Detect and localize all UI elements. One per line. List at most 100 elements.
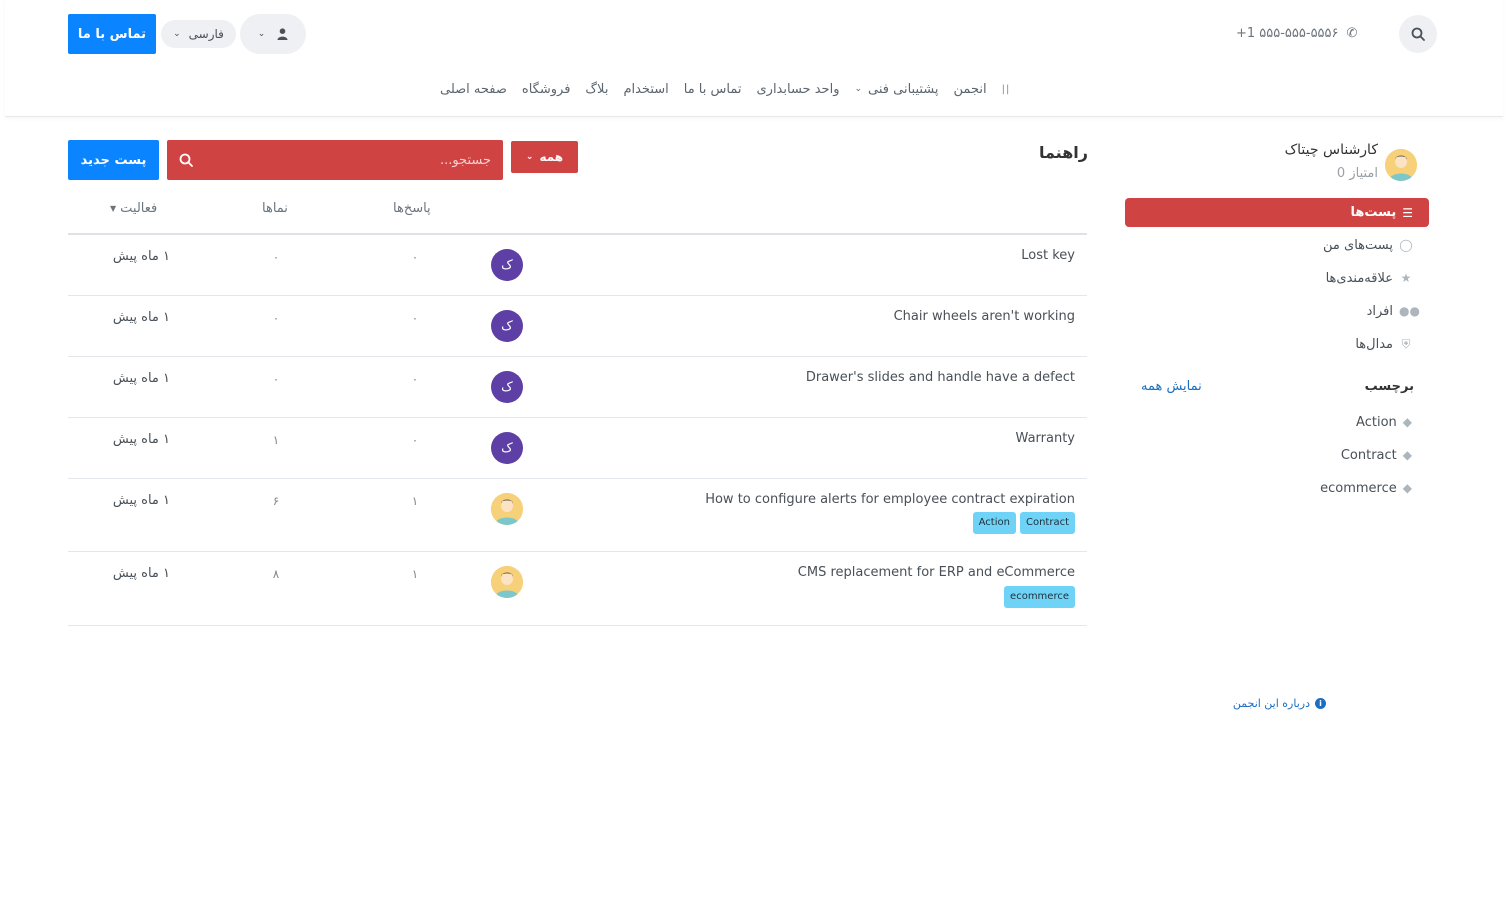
tag-chip-contract[interactable]: Contract xyxy=(1019,512,1075,534)
tag-label: Contract xyxy=(1340,447,1397,463)
sidebar-item-posts[interactable]: پست‌ها ☰ xyxy=(1125,198,1429,227)
nav-accounting[interactable]: واحد حسابداری xyxy=(756,82,839,97)
post-tags: ecommerce xyxy=(700,586,1075,608)
tag-icon: ◆ xyxy=(1402,448,1412,462)
chevron-down-icon: ⌄ xyxy=(854,84,863,94)
reply-count: ۱ xyxy=(411,567,419,581)
reply-count: ۰ xyxy=(411,433,419,447)
post-tags: Contract Action xyxy=(700,512,1075,534)
nav-blog[interactable]: بلاگ xyxy=(585,82,608,97)
header-search-button[interactable] xyxy=(1399,15,1437,53)
post-title-link[interactable]: How to configure alerts for employee con… xyxy=(540,492,1075,507)
sidebar-item-label: مدال‌ها xyxy=(1355,336,1393,352)
post-title-link[interactable]: CMS replacement for ERP and eCommerce xyxy=(540,565,1075,580)
view-count: ۰ xyxy=(272,311,280,325)
users-icon: ●● xyxy=(1399,304,1420,318)
search-input[interactable] xyxy=(211,152,491,168)
user-menu[interactable]: ⌄ xyxy=(240,14,306,54)
tag-label: Action xyxy=(1356,414,1397,430)
row-divider xyxy=(68,356,1087,357)
language-selector[interactable]: ⌄ فارسی xyxy=(161,20,236,48)
about-label: درباره این انجمن xyxy=(1232,696,1310,710)
view-count: ۱ xyxy=(272,433,280,447)
profile-name[interactable]: کارشناس چیتاک xyxy=(1240,142,1378,158)
star-icon: ★ xyxy=(1400,271,1412,285)
row-divider xyxy=(68,478,1087,479)
show-all-tags-link[interactable]: نمایش همه xyxy=(1141,379,1202,394)
sidebar-item-people[interactable]: افراد ●● xyxy=(1125,300,1420,322)
user-icon xyxy=(277,28,288,40)
author-avatar[interactable]: ک xyxy=(491,371,523,403)
view-count: ۶ xyxy=(272,494,280,508)
view-count: ۰ xyxy=(272,372,280,386)
nav-home[interactable]: صفحه اصلی xyxy=(440,82,507,97)
list-icon: ☰ xyxy=(1402,205,1413,220)
user-circle-icon: ◯ xyxy=(1399,238,1413,252)
sidebar-item-favorites[interactable]: علاقه‌مندی‌ها ★ xyxy=(1125,267,1413,289)
filter-dropdown[interactable]: ⌄ همه xyxy=(511,141,578,173)
tag-chip-ecommerce[interactable]: ecommerce xyxy=(1004,586,1075,608)
filter-label: همه xyxy=(539,150,564,164)
nav-forum[interactable]: انجمن xyxy=(954,82,987,97)
tag-label: ecommerce xyxy=(1320,480,1397,496)
new-post-button[interactable]: پست جدید xyxy=(68,140,159,180)
sidebar-item-label: افراد xyxy=(1366,303,1393,319)
reply-count: ۱ xyxy=(411,494,419,508)
tag-icon: ◆ xyxy=(1402,481,1412,495)
profile-avatar[interactable] xyxy=(1385,149,1417,181)
tag-chip-action[interactable]: Action xyxy=(972,512,1016,534)
phone-number: +1 ۵۵۵-۵۵۵-۵۵۵۶ xyxy=(1236,25,1339,41)
view-count: ۸ xyxy=(272,567,280,581)
activity-time: ۱ ماه پیش xyxy=(112,371,170,386)
sidebar-tag-action[interactable]: Action ◆ xyxy=(1200,411,1412,433)
activity-time: ۱ ماه پیش xyxy=(112,310,170,325)
author-avatar[interactable] xyxy=(491,493,523,525)
about-forum-link[interactable]: درباره این انجمن i xyxy=(1160,694,1326,712)
view-count: ۰ xyxy=(272,250,280,264)
header-phone[interactable]: +1 ۵۵۵-۵۵۵-۵۵۵۶ ✆ xyxy=(1236,24,1357,42)
sidebar-tag-ecommerce[interactable]: ecommerce ◆ xyxy=(1200,477,1412,499)
search-icon xyxy=(1411,27,1425,41)
tag-icon: ◆ xyxy=(1402,415,1412,429)
post-title-link[interactable]: Drawer's slides and handle have a defect xyxy=(540,370,1075,385)
search-icon[interactable] xyxy=(179,153,193,167)
language-label: فارسی xyxy=(188,27,224,41)
activity-time: ۱ ماه پیش xyxy=(112,249,170,264)
nav-shop[interactable]: فروشگاه xyxy=(522,82,571,97)
chevron-down-icon: ⌄ xyxy=(173,29,181,39)
row-divider xyxy=(68,295,1087,296)
row-divider xyxy=(68,551,1087,552)
tags-heading: برچسب xyxy=(1364,379,1414,394)
table-header-divider xyxy=(68,233,1087,235)
sidebar-item-label: علاقه‌مندی‌ها xyxy=(1325,270,1393,286)
contact-us-button[interactable]: تماس با ما xyxy=(68,14,156,54)
author-avatar[interactable]: ک xyxy=(491,432,523,464)
pause-icon: || xyxy=(1001,83,1011,95)
sidebar-item-badges[interactable]: مدال‌ها ⛨ xyxy=(1125,333,1413,355)
sidebar-tag-contract[interactable]: Contract ◆ xyxy=(1200,444,1412,466)
sort-caret-icon: ▼ xyxy=(110,204,117,213)
author-avatar[interactable] xyxy=(491,566,523,598)
nav-jobs[interactable]: استخدام xyxy=(623,82,668,97)
phone-icon: ✆ xyxy=(1346,25,1358,41)
chevron-down-icon: ⌄ xyxy=(525,152,534,162)
nav-support[interactable]: پشتیبانی فنی ⌄ xyxy=(854,82,938,97)
author-avatar[interactable]: ک xyxy=(491,310,523,342)
activity-time: ۱ ماه پیش xyxy=(112,432,170,447)
reply-count: ۰ xyxy=(411,250,419,264)
post-title-link[interactable]: Lost key xyxy=(540,248,1075,263)
shield-icon: ⛨ xyxy=(1401,336,1411,351)
forum-search xyxy=(167,140,503,180)
chevron-down-icon: ⌄ xyxy=(257,29,266,39)
nav-contact[interactable]: تماس با ما xyxy=(684,82,742,97)
post-title-link[interactable]: Chair wheels aren't working xyxy=(540,309,1075,324)
page-title: راهنما xyxy=(1038,143,1088,162)
author-avatar[interactable]: ک xyxy=(491,249,523,281)
info-icon: i xyxy=(1315,697,1326,709)
column-header-views[interactable]: نماها xyxy=(262,201,288,216)
column-header-label: فعالیت xyxy=(120,201,158,216)
column-header-replies[interactable]: پاسخ‌ها xyxy=(393,201,431,216)
post-title-link[interactable]: Warranty xyxy=(540,431,1075,446)
column-header-activity[interactable]: ▼ فعالیت xyxy=(110,201,157,216)
sidebar-item-my-posts[interactable]: پست‌های من ◯ xyxy=(1125,234,1413,256)
